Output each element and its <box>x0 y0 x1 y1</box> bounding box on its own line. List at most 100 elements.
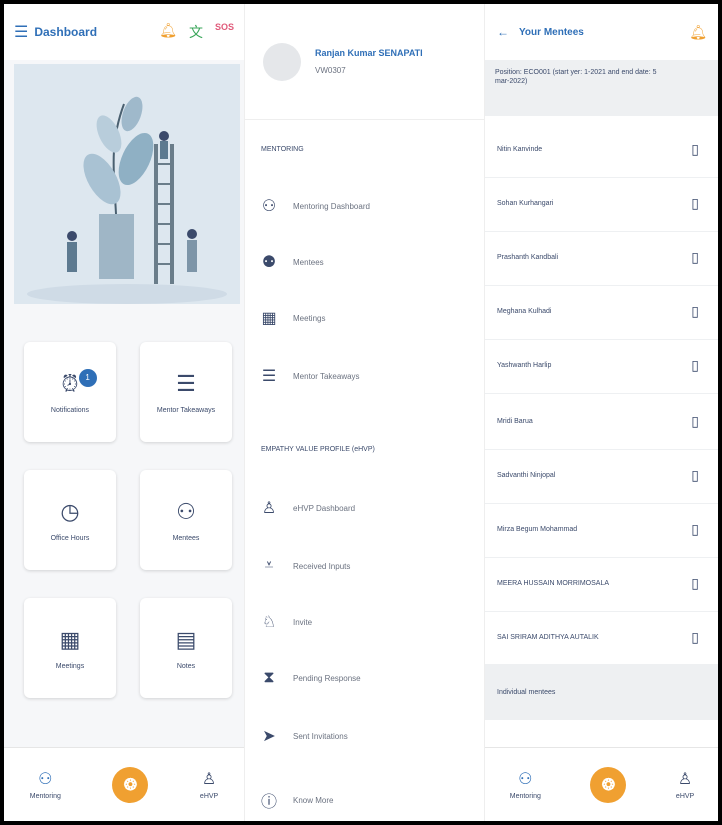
invite-icon: ♘ <box>261 614 277 631</box>
phone-icon[interactable]: ▯ <box>691 357 699 374</box>
office-hours-tile[interactable]: ◷ Office Hours <box>24 470 116 570</box>
position-line-1: Position: ECO001 (start yer: 1-2021 and … <box>495 69 657 76</box>
list-item[interactable]: Nitin Kanvinde ▯ <box>485 122 718 178</box>
mentor-takeaways-tile[interactable]: ☰ Mentor Takeaways <box>140 342 232 442</box>
drawer-item-meetings[interactable]: ▦ Meetings <box>259 304 479 332</box>
phone-icon[interactable]: ▯ <box>691 413 699 430</box>
page-title: Your Mentees <box>519 26 584 38</box>
list-item[interactable]: SAI SRIRAM ADITHYA AUTALIK ▯ <box>485 610 718 666</box>
phone-icon[interactable]: ▯ <box>691 575 699 592</box>
drawer-item-sent-invitations[interactable]: ➤ Sent Invitations <box>259 722 479 750</box>
drawer-item-received-inputs[interactable]: ⩡ Received Inputs <box>259 552 479 580</box>
page-title: Dashboard <box>34 25 98 39</box>
translate-icon[interactable]: 文 <box>189 22 203 42</box>
dashboard-screen: ☰ Dashboard 🔔︎ 文 SOS ⏰︎ 1 Notifications … <box>4 4 244 821</box>
mentees-screen: ← Your Mentees 🔔︎ Position: ECO001 (star… <box>484 4 718 821</box>
list-item[interactable]: Mirza Begum Mohammad ▯ <box>485 502 718 558</box>
calendar-icon: ▦ <box>261 310 277 327</box>
list-item[interactable]: Mridi Barua ▯ <box>485 394 718 450</box>
inputs-icon: ⩡ <box>264 557 274 574</box>
mentee-name: Prashanth Kandbali <box>497 254 559 261</box>
phone-icon[interactable]: ▯ <box>691 141 699 158</box>
nav-mentoring[interactable]: ⚇ Mentoring <box>30 769 61 800</box>
phone-icon[interactable]: ▯ <box>691 629 699 646</box>
mentee-name: Mirza Begum Mohammad <box>497 526 578 533</box>
logo-icon[interactable]: ❂ <box>590 766 627 803</box>
mentee-name: Nitin Kanvinde <box>497 146 543 153</box>
drawer-item-label: Mentoring Dashboard <box>293 201 370 211</box>
tile-label: Notes <box>176 662 196 670</box>
nav-label: Mentoring <box>509 793 541 800</box>
drawer-item-mentor-takeaways[interactable]: ☰ Mentor Takeaways <box>259 362 479 390</box>
list-item[interactable]: Sadvanthi Ninjopal ▯ <box>485 448 718 504</box>
clock-icon: ◷ <box>60 498 80 524</box>
drawer-item-pending-response[interactable]: ⧗ Pending Response <box>259 664 479 692</box>
calendar-icon: ▦ <box>59 626 81 652</box>
avatar <box>263 42 301 81</box>
list-item[interactable]: MEERA HUSSAIN MORRIMOSALA ▯ <box>485 556 718 612</box>
tile-label: Mentees <box>172 534 200 542</box>
phone-icon[interactable]: ▯ <box>691 195 699 212</box>
mentees-tile[interactable]: ⚇ Mentees <box>140 470 232 570</box>
alarm-icon: ⏰︎ 1 <box>61 368 97 397</box>
notification-badge: 1 <box>78 368 97 387</box>
position-line-2: mar-2022) <box>495 78 528 86</box>
dashboard-header: ☰ Dashboard 🔔︎ 文 SOS <box>4 4 244 60</box>
list-item[interactable]: Yashwanth Harlip ▯ <box>485 338 718 394</box>
bell-icon[interactable]: 🔔︎ <box>159 22 177 42</box>
profile-name: Ranjan Kumar SENAPATI <box>315 48 423 58</box>
list-item[interactable]: Sohan Kurhangari ▯ <box>485 176 718 232</box>
drawer-item-mentees[interactable]: ⚉ Mentees <box>259 248 479 276</box>
drawer-item-ehvp-dashboard[interactable]: ♙ eHVP Dashboard <box>259 494 479 522</box>
app-screens: ☰ Dashboard 🔔︎ 文 SOS ⏰︎ 1 Notifications … <box>4 4 718 821</box>
notifications-tile[interactable]: ⏰︎ 1 Notifications <box>24 342 116 442</box>
phone-icon[interactable]: ▯ <box>691 249 699 266</box>
nav-mentoring[interactable]: ⚇ Mentoring <box>510 769 541 800</box>
drawer-item-label: Sent Invitations <box>293 731 348 741</box>
nav-ehvp[interactable]: ♙ eHVP <box>676 769 694 800</box>
ehvp-icon: ♙ <box>201 771 217 788</box>
tile-label: Mentor Takeaways <box>156 406 216 414</box>
drawer-item-label: Invite <box>293 617 313 627</box>
drawer-item-label: Meetings <box>293 313 326 323</box>
nav-label: eHVP <box>675 793 695 800</box>
nav-ehvp[interactable]: ♙ eHVP <box>200 769 218 800</box>
info-icon: ⓘ <box>260 794 277 811</box>
mentee-name: Yashwanth Harlip <box>497 362 552 369</box>
nav-label: eHVP <box>199 793 219 800</box>
hero-illustration <box>14 64 240 304</box>
profile-id: VW0307 <box>315 66 346 75</box>
navigation-drawer: Ranjan Kumar SENAPATI VW0307 MENTORING ⚇… <box>244 4 485 821</box>
bell-icon[interactable]: 🔔︎ <box>689 24 707 41</box>
profile-header[interactable]: Ranjan Kumar SENAPATI VW0307 <box>245 4 485 120</box>
bottom-navigation: ⚇ Mentoring ❂ ♙ eHVP <box>4 747 244 821</box>
checklist-icon: ☰ <box>261 368 277 385</box>
phone-icon[interactable]: ▯ <box>691 521 699 538</box>
drawer-item-mentoring-dashboard[interactable]: ⚇ Mentoring Dashboard <box>259 192 479 220</box>
list-item[interactable]: Prashanth Kandbali ▯ <box>485 230 718 286</box>
mentees-icon: ⚇ <box>176 498 196 524</box>
drawer-item-know-more[interactable]: ⓘ Know More <box>259 786 479 814</box>
mentee-name: Sadvanthi Ninjopal <box>497 472 556 479</box>
section-title: MENTORING <box>261 146 304 153</box>
mentee-name: Sohan Kurhangari <box>497 200 554 207</box>
logo-icon[interactable]: ❂ <box>112 766 149 803</box>
send-icon: ➤ <box>262 728 276 745</box>
drawer-item-label: Know More <box>293 795 334 805</box>
phone-icon[interactable]: ▯ <box>691 467 699 484</box>
meetings-tile[interactable]: ▦ Meetings <box>24 598 116 698</box>
hourglass-icon: ⧗ <box>263 669 275 686</box>
list-item[interactable]: Meghana Kulhadi ▯ <box>485 284 718 340</box>
drawer-item-label: eHVP Dashboard <box>293 503 356 513</box>
notes-tile[interactable]: ▤ Notes <box>140 598 232 698</box>
mentees-icon: ⚉ <box>261 254 277 271</box>
mentee-name: Meghana Kulhadi <box>497 308 552 315</box>
drawer-item-invite[interactable]: ♘ Invite <box>259 608 479 636</box>
sos-icon[interactable]: SOS <box>215 22 234 42</box>
tile-label: Meetings <box>55 662 85 670</box>
bottom-navigation: ⚇ Mentoring ❂ ♙ eHVP <box>485 747 718 821</box>
phone-icon[interactable]: ▯ <box>691 303 699 320</box>
drawer-item-label: Mentor Takeaways <box>293 371 360 381</box>
hamburger-menu-icon[interactable]: ☰ <box>14 22 28 42</box>
back-arrow-icon[interactable]: ← <box>497 25 509 39</box>
